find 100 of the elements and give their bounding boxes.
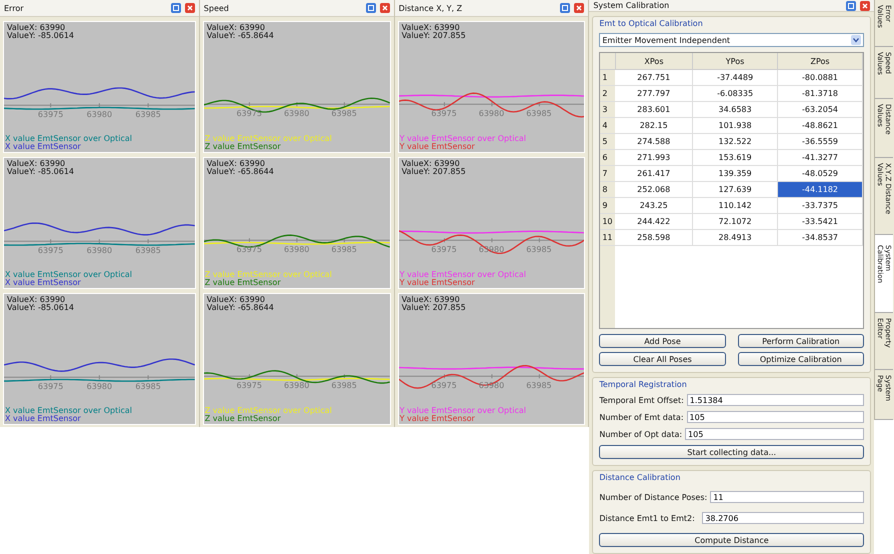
- readout-text: ValueX: 63990: [206, 24, 265, 32]
- dropdown[interactable]: Emitter Movement Independent: [599, 33, 864, 47]
- push-button[interactable]: Optimize Calibration: [738, 352, 864, 366]
- table-cell[interactable]: -48.8621: [778, 118, 863, 134]
- table-cell[interactable]: 252.068: [615, 182, 693, 198]
- column-header[interactable]: ZPos: [778, 53, 863, 70]
- table-cell[interactable]: 139.359: [692, 166, 778, 182]
- legend-text: Y value EmtSensor over Optical: [400, 135, 526, 143]
- close-icon[interactable]: [184, 3, 195, 13]
- dropdown-arrow-icon[interactable]: [851, 35, 862, 45]
- table-cell[interactable]: 277.797: [615, 86, 693, 102]
- row-header[interactable]: 5: [600, 134, 616, 150]
- table-cell[interactable]: 282.15: [615, 118, 693, 134]
- column-header[interactable]: YPos: [692, 53, 778, 70]
- tick-label: 63975: [236, 381, 262, 390]
- row-header[interactable]: 3: [600, 102, 616, 118]
- readout-text: ValueY: 207.855: [402, 32, 466, 40]
- float-icon[interactable]: [846, 0, 856, 10]
- panel-title: System Calibration: [593, 1, 670, 10]
- group-title: Emt to Optical Calibration: [599, 19, 703, 28]
- legend-text: X value EmtSensor over Optical: [5, 407, 132, 415]
- table-cell[interactable]: -81.3718: [778, 86, 863, 102]
- row-header[interactable]: 8: [600, 182, 616, 198]
- legend-text: X value EmtSensor: [5, 415, 81, 423]
- push-button[interactable]: Add Pose: [599, 334, 726, 348]
- input-field[interactable]: 105: [686, 411, 864, 423]
- input-field[interactable]: 1.51384: [686, 394, 864, 406]
- readout-text: ValueY: -85.0614: [7, 304, 74, 312]
- table-cell[interactable]: -33.5421: [778, 214, 863, 230]
- input-field[interactable]: 38.2706: [702, 512, 864, 524]
- push-button[interactable]: Clear All Poses: [599, 352, 726, 366]
- row-header[interactable]: 9: [600, 198, 616, 214]
- tick-label: 63985: [331, 381, 357, 390]
- row-header[interactable]: 7: [600, 166, 616, 182]
- input-field[interactable]: 11: [710, 491, 864, 503]
- tick-label: 63980: [86, 110, 112, 120]
- tick-label: 63975: [431, 245, 457, 254]
- table-cell[interactable]: 34.6583: [692, 102, 778, 118]
- input-field[interactable]: 105: [685, 428, 864, 440]
- table-cell[interactable]: 72.1072: [692, 214, 778, 230]
- legend-text: X value EmtSensor over Optical: [5, 135, 132, 143]
- readout-text: ValueX: 63990: [7, 296, 66, 304]
- row-header[interactable]: 6: [600, 150, 616, 166]
- close-icon[interactable]: [574, 3, 584, 13]
- table-cell[interactable]: -44.1182: [778, 182, 863, 198]
- float-icon[interactable]: [560, 3, 570, 13]
- table-cell[interactable]: 28.4913: [692, 230, 778, 246]
- table-cell[interactable]: 274.588: [615, 134, 693, 150]
- push-button[interactable]: Start collecting data...: [599, 445, 864, 459]
- readout-text: ValueY: 207.855: [402, 304, 466, 312]
- table-cell[interactable]: 261.417: [615, 166, 693, 182]
- close-icon[interactable]: [380, 3, 390, 13]
- row-header[interactable]: 11: [600, 230, 616, 246]
- table-cell[interactable]: 132.522: [692, 134, 778, 150]
- table-cell[interactable]: -34.8537: [778, 230, 863, 246]
- row-header[interactable]: 1: [600, 70, 616, 86]
- table-cell[interactable]: -36.5559: [778, 134, 863, 150]
- float-icon[interactable]: [366, 3, 376, 13]
- tick-label: 63985: [526, 245, 552, 254]
- table-cell[interactable]: 101.938: [692, 118, 778, 134]
- tick-label: 63975: [38, 246, 64, 256]
- panel-title: Speed: [204, 4, 229, 12]
- table-cell[interactable]: 127.639: [692, 182, 778, 198]
- readout-text: ValueX: 63990: [206, 296, 265, 304]
- legend-text: Y value EmtSensor: [400, 279, 475, 287]
- table-cell[interactable]: 258.598: [615, 230, 693, 246]
- table-cell[interactable]: 153.619: [692, 150, 778, 166]
- table-cell[interactable]: 271.993: [615, 150, 693, 166]
- table-cell[interactable]: 283.601: [615, 102, 693, 118]
- float-icon[interactable]: [170, 3, 181, 13]
- group-title: Temporal Registration: [599, 380, 687, 389]
- group-title: Distance Calibration: [599, 473, 680, 482]
- row-header[interactable]: 10: [600, 214, 616, 230]
- readout-text: ValueY: -85.0614: [7, 168, 74, 176]
- close-icon[interactable]: [860, 0, 870, 10]
- tick-label: 63980: [284, 245, 310, 254]
- readout-text: ValueY: -85.0614: [7, 32, 74, 40]
- push-button[interactable]: Perform Calibration: [738, 334, 864, 348]
- legend-text: Z value EmtSensor over Optical: [204, 407, 332, 415]
- tick-label: 63985: [331, 109, 357, 118]
- column-header[interactable]: XPos: [615, 53, 693, 70]
- tick-label: 63980: [86, 246, 112, 256]
- table-cell[interactable]: 244.422: [615, 214, 693, 230]
- tick-label: 63980: [478, 381, 504, 390]
- tick-label: 63980: [284, 381, 310, 390]
- readout-text: ValueX: 63990: [7, 24, 66, 32]
- table-cell[interactable]: -37.4489: [692, 70, 778, 86]
- push-button[interactable]: Compute Distance: [599, 533, 864, 547]
- table-cell[interactable]: 110.142: [692, 198, 778, 214]
- table-cell[interactable]: -80.0881: [778, 70, 863, 86]
- table-cell[interactable]: -6.08335: [692, 86, 778, 102]
- table-cell[interactable]: -33.7375: [778, 198, 863, 214]
- table-cell[interactable]: 243.25: [615, 198, 693, 214]
- row-header[interactable]: 2: [600, 86, 616, 102]
- tick-label: 63985: [135, 382, 161, 392]
- row-header[interactable]: 4: [600, 118, 616, 134]
- table-cell[interactable]: -63.2054: [778, 102, 863, 118]
- table-cell[interactable]: 267.751: [615, 70, 693, 86]
- table-cell[interactable]: -41.3277: [778, 150, 863, 166]
- field-label: Temporal Emt Offset:: [599, 396, 684, 404]
